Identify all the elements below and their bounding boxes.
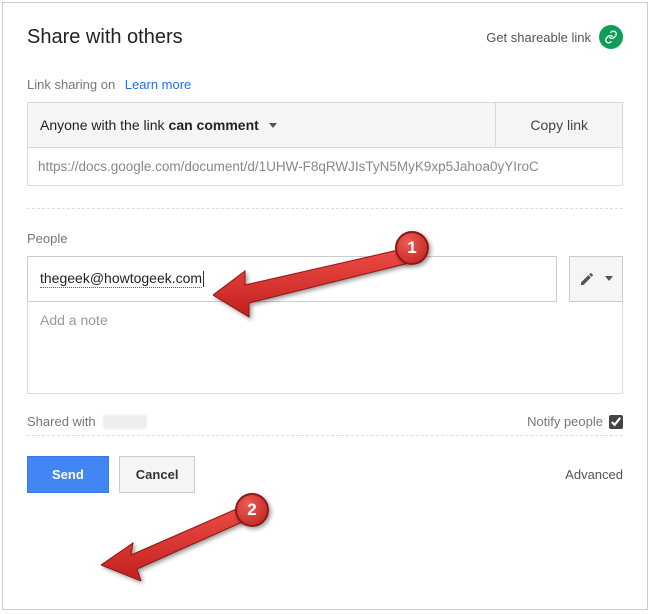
permission-selector-button[interactable] [569, 256, 623, 302]
footer-divider [27, 435, 623, 436]
link-icon [599, 25, 623, 49]
dialog-title: Share with others [27, 26, 183, 49]
link-sharing-status-row: Link sharing on Learn more [27, 77, 623, 92]
get-shareable-link-button[interactable]: Get shareable link [486, 25, 623, 49]
pencil-icon [579, 271, 595, 287]
email-value-text: thegeek@howtogeek.com [40, 270, 202, 288]
shared-with-row: Shared with Notify people [27, 414, 623, 430]
notify-label: Notify people [527, 414, 603, 429]
advanced-link[interactable]: Advanced [565, 467, 623, 482]
annotation-badge-2: 2 [235, 493, 269, 527]
share-dialog: Share with others Get shareable link Lin… [2, 2, 648, 610]
annotation-arrow-1 [213, 245, 413, 325]
shared-with-label: Shared with [27, 414, 96, 429]
cancel-button[interactable]: Cancel [119, 456, 196, 493]
permission-row: Anyone with the link can comment Copy li… [27, 102, 623, 148]
copy-link-button[interactable]: Copy link [495, 103, 622, 147]
perm-prefix: Anyone with the link [40, 117, 165, 133]
dialog-header: Share with others Get shareable link [27, 25, 623, 49]
notify-checkbox-input[interactable] [609, 415, 623, 429]
link-sharing-status: Link sharing on [27, 77, 115, 92]
perm-level: can comment [169, 117, 259, 133]
notify-people-checkbox[interactable]: Notify people [527, 414, 623, 429]
people-label: People [27, 231, 623, 246]
text-cursor [203, 271, 204, 287]
note-placeholder: Add a note [40, 312, 108, 328]
annotation-arrow-2 [101, 503, 251, 581]
share-url-field[interactable]: https://docs.google.com/document/d/1UHW-… [27, 148, 623, 186]
section-divider [27, 208, 623, 209]
send-button[interactable]: Send [27, 456, 109, 493]
shared-with-label-group: Shared with [27, 414, 147, 430]
button-group: Send Cancel [27, 456, 195, 493]
link-permission-dropdown[interactable]: Anyone with the link can comment [28, 103, 495, 147]
shareable-link-label: Get shareable link [486, 30, 591, 45]
chevron-down-icon [605, 276, 613, 281]
shared-with-blurred [103, 415, 147, 429]
learn-more-link[interactable]: Learn more [125, 77, 191, 92]
annotation-badge-1: 1 [395, 231, 429, 265]
chevron-down-icon [269, 123, 277, 128]
dialog-footer: Send Cancel Advanced [27, 456, 623, 493]
